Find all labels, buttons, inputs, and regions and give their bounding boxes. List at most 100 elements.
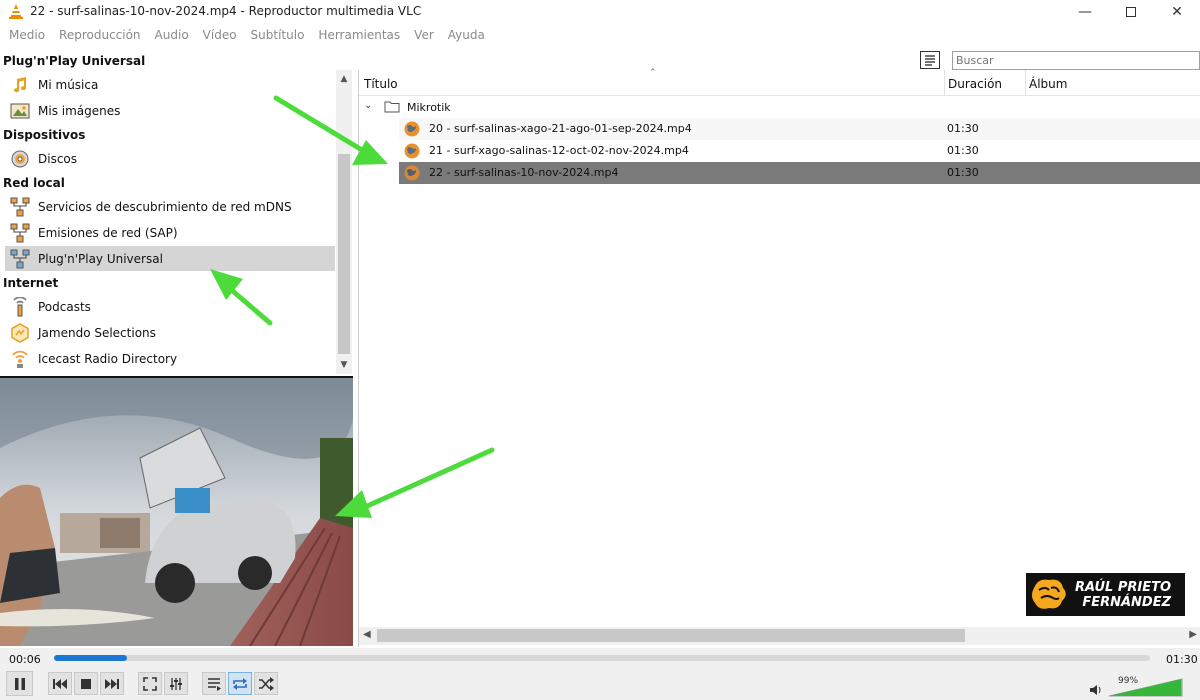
playlist-view-button[interactable]: [920, 51, 940, 69]
seek-progress: [54, 655, 128, 661]
skip-back-icon: [53, 678, 67, 689]
folder-label: Mikrotik: [407, 101, 451, 114]
sidebar-item-label: Jamendo Selections: [38, 325, 156, 340]
disc-icon: [9, 149, 31, 169]
sidebar-header-internet: Internet: [3, 276, 59, 290]
sidebar-item-discos[interactable]: Discos: [5, 146, 335, 171]
column-separator[interactable]: [1025, 70, 1026, 96]
menu-audio[interactable]: Audio: [148, 24, 196, 46]
row-duration: 01:30: [947, 122, 979, 135]
extended-settings-button[interactable]: [164, 672, 188, 695]
sidebar-header-red-local: Red local: [3, 176, 65, 190]
sidebar-header-upnp: Plug'n'Play Universal: [3, 54, 146, 68]
column-album[interactable]: Álbum: [1029, 77, 1067, 91]
sort-ascending-icon: ⌃: [649, 68, 657, 78]
elapsed-time: 00:06: [9, 653, 41, 666]
column-separator[interactable]: [944, 70, 945, 96]
row-title: 21 - surf-xago-salinas-12-oct-02-nov-202…: [429, 144, 689, 157]
sidebar-item-label: Mi música: [38, 77, 99, 92]
speaker-icon[interactable]: [1089, 684, 1103, 696]
previous-button[interactable]: [48, 672, 72, 695]
scroll-down-icon[interactable]: ▼: [336, 358, 352, 372]
seek-slider[interactable]: [54, 655, 1150, 661]
menu-subtitulo[interactable]: Subtítulo: [244, 24, 312, 46]
scroll-right-icon[interactable]: ▶: [1189, 629, 1197, 640]
sidebar-item-podcasts[interactable]: Podcasts: [5, 294, 335, 319]
menu-ayuda[interactable]: Ayuda: [441, 24, 492, 46]
player-controls: 00:06 01:30 99%: [0, 648, 1200, 700]
equalizer-icon: [170, 677, 182, 690]
video-frame: [0, 378, 353, 646]
loop-button[interactable]: [228, 672, 252, 695]
sidebar-item-mdns[interactable]: Servicios de descubrimiento de red mDNS: [5, 194, 335, 219]
next-button[interactable]: [100, 672, 124, 695]
menu-bar: Medio Reproducción Audio Vídeo Subtítulo…: [0, 24, 1200, 46]
network-icon: [9, 249, 31, 269]
scroll-left-icon[interactable]: ◀: [363, 629, 371, 640]
playlist-horizontal-scrollbar[interactable]: ◀ ▶: [359, 627, 1200, 645]
chevron-down-icon[interactable]: ⌄: [364, 100, 372, 111]
sidebar-item-sap[interactable]: Emisiones de red (SAP): [5, 220, 335, 245]
folder-icon: [384, 101, 400, 113]
jamendo-icon: [9, 322, 31, 343]
playlist-row-selected[interactable]: 22 - surf-salinas-10-nov-2024.mp4 01:30: [399, 162, 1200, 184]
stop-icon: [81, 678, 91, 689]
loop-icon: [233, 677, 247, 690]
playlist-toggle-button[interactable]: [202, 672, 226, 695]
stop-button[interactable]: [74, 672, 98, 695]
list-view-icon: [925, 55, 935, 66]
sidebar-item-label: Discos: [38, 151, 78, 166]
sidebar-item-upnp[interactable]: Plug'n'Play Universal: [5, 246, 335, 271]
sidebar-item-label: Plug'n'Play Universal: [38, 251, 163, 266]
music-note-icon: [9, 75, 31, 95]
logo-line2: FERNÁNDEZ: [1082, 594, 1172, 610]
total-time: 01:30: [1166, 653, 1198, 666]
sidebar-header-dispositivos: Dispositivos: [3, 128, 86, 142]
close-icon: ✕: [1171, 4, 1183, 20]
sidebar-item-mis-imagenes[interactable]: Mis imágenes: [5, 98, 335, 123]
row-title: 22 - surf-salinas-10-nov-2024.mp4: [429, 166, 619, 179]
close-button[interactable]: ✕: [1154, 0, 1200, 24]
menu-herramientas[interactable]: Herramientas: [311, 24, 407, 46]
playlist-folder-row[interactable]: ⌄ Mikrotik: [359, 96, 1200, 118]
fullscreen-button[interactable]: [138, 672, 162, 695]
search-input[interactable]: [952, 51, 1200, 70]
sidebar-item-mi-musica[interactable]: Mi música: [5, 72, 335, 97]
menu-video[interactable]: Vídeo: [196, 24, 244, 46]
fullscreen-icon: [143, 676, 157, 691]
skip-forward-icon: [105, 678, 119, 689]
sidebar-item-label: Mis imágenes: [38, 103, 121, 118]
network-icon: [9, 223, 31, 243]
video-output[interactable]: [0, 376, 353, 646]
logo-line1: RAÚL PRIETO: [1075, 579, 1172, 595]
brain-logo-icon: [1032, 579, 1066, 609]
column-title[interactable]: Título: [364, 77, 398, 91]
scroll-thumb[interactable]: [338, 154, 350, 354]
scroll-thumb[interactable]: [377, 629, 965, 642]
network-icon: [9, 197, 31, 217]
menu-medio[interactable]: Medio: [2, 24, 52, 46]
window-title: 22 - surf-salinas-10-nov-2024.mp4 - Repr…: [30, 4, 422, 18]
author-watermark: RAÚL PRIETO FERNÁNDEZ: [1026, 573, 1185, 616]
column-duration[interactable]: Duración: [948, 77, 1002, 91]
title-bar: 22 - surf-salinas-10-nov-2024.mp4 - Repr…: [0, 0, 1200, 24]
sidebar-item-label: Podcasts: [38, 299, 91, 314]
scroll-up-icon[interactable]: ▲: [336, 72, 352, 86]
sidebar-item-icecast[interactable]: Icecast Radio Directory: [5, 346, 335, 371]
maximize-button[interactable]: [1108, 0, 1154, 24]
sidebar-item-jamendo[interactable]: Jamendo Selections: [5, 320, 335, 345]
vlc-cone-icon: [9, 4, 23, 19]
playlist-row[interactable]: 20 - surf-salinas-xago-21-ago-01-sep-202…: [399, 118, 1200, 140]
minimize-button[interactable]: —: [1062, 0, 1108, 24]
sidebar-item-label: Servicios de descubrimiento de red mDNS: [38, 199, 292, 214]
menu-reproduccion[interactable]: Reproducción: [52, 24, 148, 46]
sidebar-scrollbar[interactable]: ▲ ▼: [336, 70, 352, 374]
globe-icon: [404, 121, 420, 137]
sidebar-item-label: Icecast Radio Directory: [38, 351, 178, 366]
shuffle-button[interactable]: [254, 672, 278, 695]
playlist-row[interactable]: 21 - surf-xago-salinas-12-oct-02-nov-202…: [399, 140, 1200, 162]
pause-button[interactable]: [6, 671, 33, 696]
row-title: 20 - surf-salinas-xago-21-ago-01-sep-202…: [429, 122, 692, 135]
volume-slider[interactable]: [1109, 678, 1183, 697]
menu-ver[interactable]: Ver: [407, 24, 441, 46]
